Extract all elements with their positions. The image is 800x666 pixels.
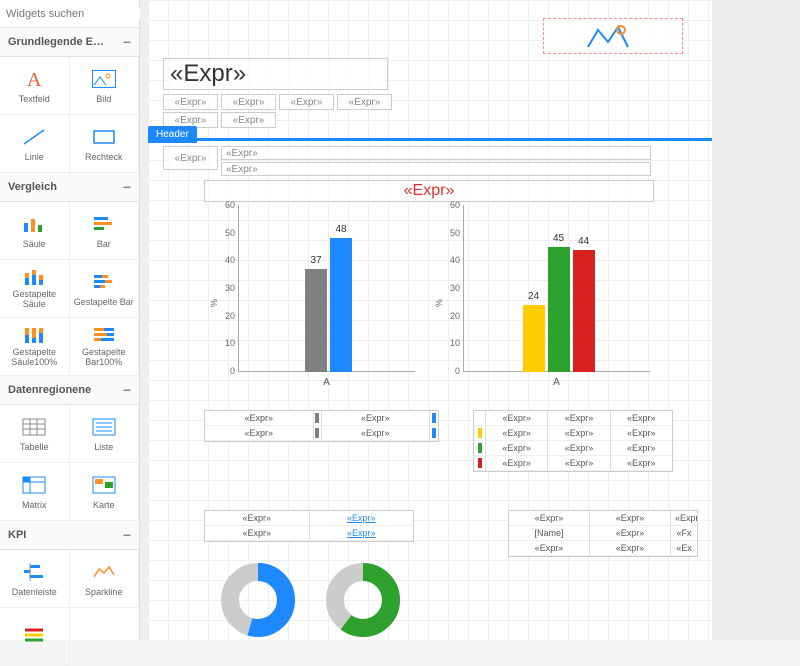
widget-sidebar: Grundlegende E… − ATextfeld Bild Linie R… (0, 0, 140, 640)
widget-search[interactable] (0, 0, 139, 28)
bar-chart-2[interactable]: % 0 10 20 30 40 50 60 24 45 44 A (433, 205, 658, 390)
bar: 48 (330, 238, 352, 372)
logo-icon (583, 22, 643, 50)
donut-chart-2[interactable] (323, 560, 403, 640)
collapse-icon[interactable]: − (123, 179, 131, 195)
collapse-icon[interactable]: − (123, 34, 131, 50)
map-icon (90, 473, 118, 497)
text-icon: A (20, 67, 48, 91)
y-axis-label: % (434, 298, 444, 306)
line-icon (20, 125, 48, 149)
design-canvas[interactable]: «Expr» «Expr» «Expr» «Expr» «Expr» «Expr… (148, 0, 712, 640)
rect-icon (90, 125, 118, 149)
widget-table[interactable]: Tabelle (0, 405, 70, 463)
legend-table-2[interactable]: «Expr»«Expr»«Expr» «Expr»«Expr»«Expr» «E… (473, 410, 673, 472)
legend-table-1[interactable]: «Expr»«Expr» «Expr»«Expr» (204, 410, 439, 442)
section-title: Datenregionene (8, 384, 91, 396)
header-separator (148, 138, 712, 141)
stacked-column-icon (20, 268, 48, 286)
matrix-icon (20, 473, 48, 497)
svg-text:A: A (27, 69, 42, 89)
databar-icon (20, 560, 48, 584)
y-axis-label: % (209, 298, 219, 306)
widget-rect[interactable]: Rechteck (70, 115, 140, 173)
expr-cell[interactable]: «Expr» (221, 162, 651, 176)
section-basic-header[interactable]: Grundlegende E… − (0, 28, 139, 57)
widget-list[interactable]: Liste (70, 405, 140, 463)
section-kpi-header[interactable]: KPI − (0, 521, 139, 550)
widget-line[interactable]: Linie (0, 115, 70, 173)
widget-bar[interactable]: Bar (70, 202, 140, 260)
expr-cell[interactable]: «Expr» (221, 112, 276, 128)
logo-placeholder[interactable] (543, 18, 683, 54)
stacked-column-100-icon (20, 326, 48, 344)
bar: 45 (548, 247, 570, 372)
design-canvas-wrap: «Expr» «Expr» «Expr» «Expr» «Expr» «Expr… (140, 0, 800, 640)
sparkline-icon (90, 560, 118, 584)
bar-chart-1[interactable]: % 0 10 20 30 40 50 60 37 48 A (208, 205, 423, 390)
bar-chart-icon (90, 212, 118, 236)
widget-more[interactable] (0, 608, 70, 666)
section-title: Grundlegende E… (8, 36, 104, 48)
expr-cell[interactable]: «Expr» (279, 94, 334, 110)
widget-stacked-bar-100[interactable]: Gestapelte Bar100% (70, 318, 140, 376)
expr-cell[interactable]: «Expr» (337, 94, 392, 110)
collapse-icon[interactable]: − (123, 382, 131, 398)
table-icon (20, 415, 48, 439)
widget-column[interactable]: Säule (0, 202, 70, 260)
collapse-icon[interactable]: − (123, 527, 131, 543)
bar: 37 (305, 269, 327, 372)
widget-stacked-bar[interactable]: Gestapelte Bar (70, 260, 140, 318)
chart-title-expr[interactable]: «Expr» (204, 180, 654, 202)
bar: 24 (523, 305, 545, 372)
widget-image[interactable]: Bild (70, 57, 140, 115)
section-compare-header[interactable]: Vergleich − (0, 173, 139, 202)
section-title: Vergleich (8, 181, 57, 193)
widget-textfield[interactable]: ATextfeld (0, 57, 70, 115)
data-table[interactable]: «Expr»«Expr»«Expr» [Name]«Expr»«Fx «Expr… (508, 510, 698, 557)
widget-stacked-column-100[interactable]: Gestapelte Säule100% (0, 318, 70, 376)
indicator-icon (20, 623, 48, 647)
search-input[interactable] (6, 8, 148, 20)
bar: 44 (573, 250, 595, 372)
widget-map[interactable]: Karte (70, 463, 140, 521)
title-expr[interactable]: «Expr» (163, 58, 388, 90)
section-title: KPI (8, 529, 26, 541)
widget-stacked-column[interactable]: Gestapelte Säule (0, 260, 70, 318)
widget-databar[interactable]: Datenleiste (0, 550, 70, 608)
stacked-bar-100-icon (90, 326, 118, 344)
widget-matrix[interactable]: Matrix (0, 463, 70, 521)
expr-cell[interactable]: «Expr» (163, 94, 218, 110)
widget-sparkline[interactable]: Sparkline (70, 550, 140, 608)
stacked-bar-icon (90, 270, 118, 294)
column-chart-icon (20, 212, 48, 236)
image-icon (90, 67, 118, 91)
list-icon (90, 415, 118, 439)
donut-chart-1[interactable] (218, 560, 298, 640)
section-dataregions-header[interactable]: Datenregionene − (0, 376, 139, 405)
expr-cell[interactable]: «Expr» (163, 146, 218, 170)
link-table[interactable]: «Expr»«Expr» «Expr»«Expr» (204, 510, 414, 542)
expr-cell[interactable]: «Expr» (221, 146, 651, 160)
expr-cell[interactable]: «Expr» (221, 94, 276, 110)
